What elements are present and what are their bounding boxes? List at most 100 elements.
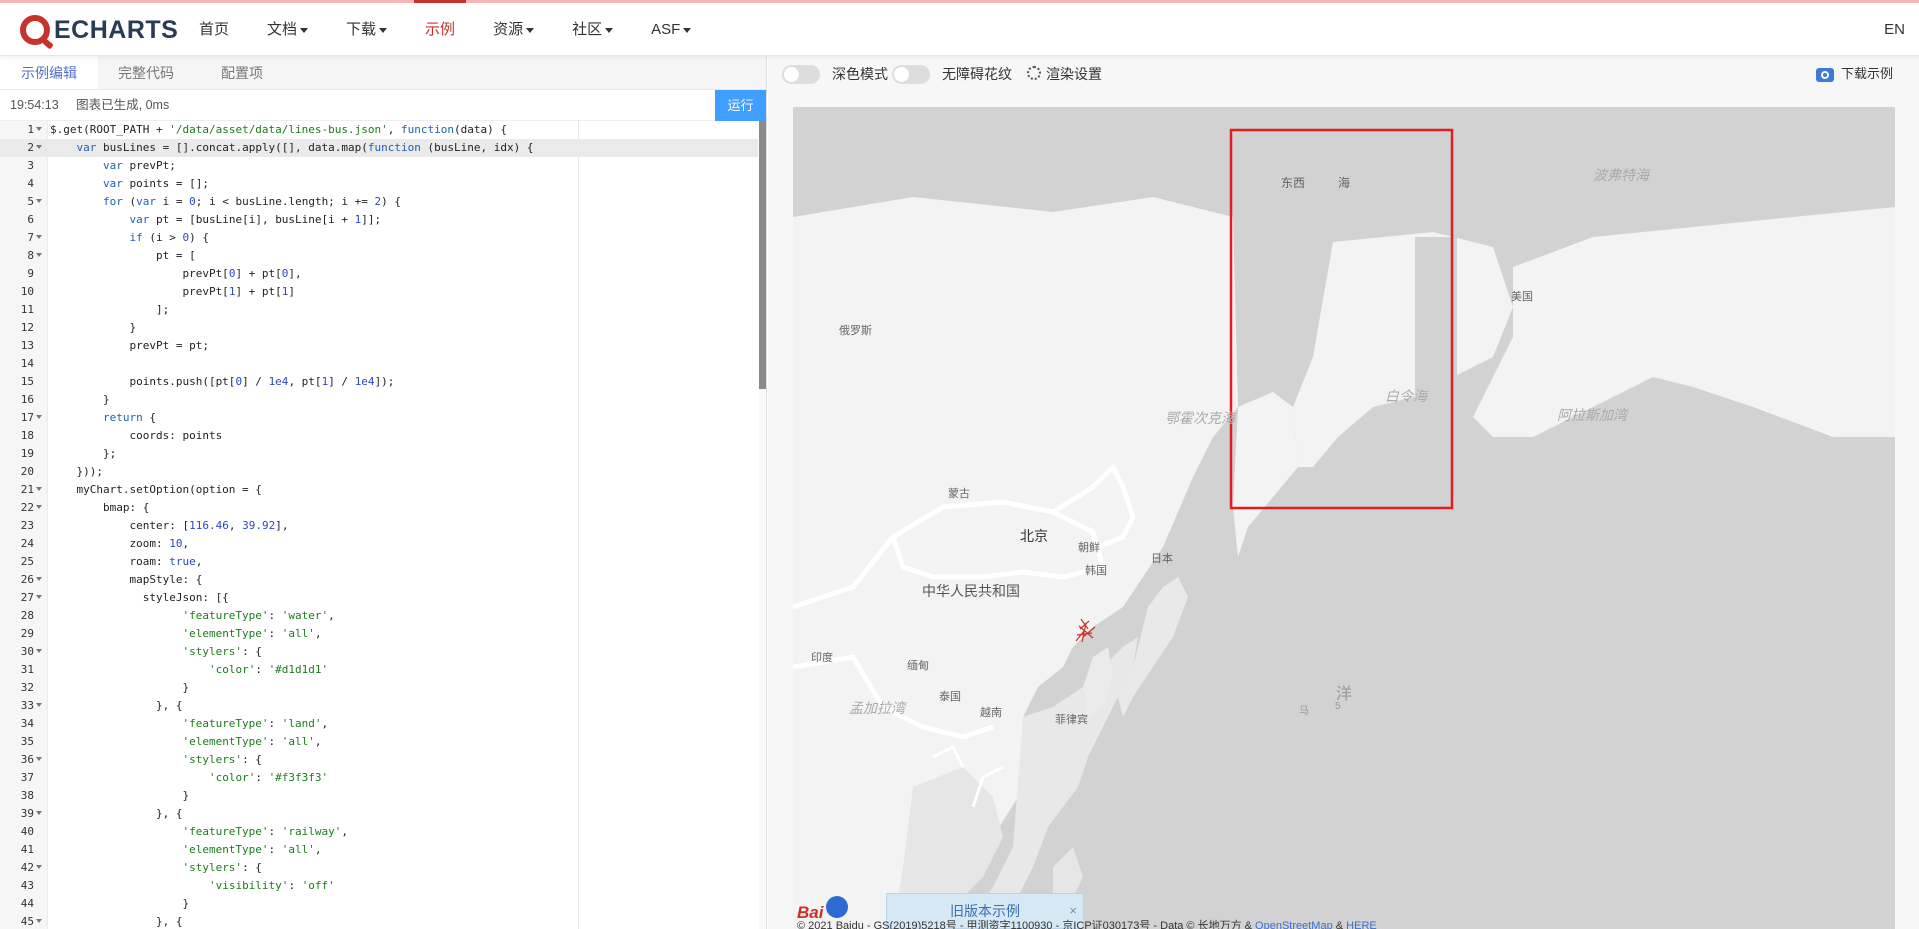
map-view[interactable]: 东西 海 波弗特海 美国 俄罗斯 白令海 鄂霍次克海 阿拉斯加湾 蒙古 北京 朝… [793, 107, 1895, 929]
fold-arrow-icon[interactable] [36, 505, 42, 509]
code-line: 35 'elementType': 'all', [0, 733, 758, 751]
line-number: 32 [20, 681, 34, 694]
code-line: 28 'featureType': 'water', [0, 607, 758, 625]
map-label-dprk: 朝鲜 [1078, 542, 1100, 554]
copyright-amp: & [1335, 920, 1344, 929]
code-line: 32 } [0, 679, 758, 697]
code-text: myChart.setOption(option = { [50, 483, 262, 496]
render-settings-label[interactable]: 渲染设置 [1046, 56, 1102, 92]
fold-arrow-icon[interactable] [36, 811, 42, 815]
fold-arrow-icon[interactable] [36, 127, 42, 131]
code-line: 21 myChart.setOption(option = { [0, 481, 758, 499]
line-number: 38 [20, 789, 34, 802]
fold-arrow-icon[interactable] [36, 577, 42, 581]
fold-arrow-icon[interactable] [36, 145, 42, 149]
code-line: 42 'stylers': { [0, 859, 758, 877]
code-text: 'stylers': { [182, 753, 262, 766]
code-text: })); [50, 465, 103, 478]
dark-mode-toggle[interactable] [782, 65, 820, 84]
code-text: prevPt[0] + pt[0], [50, 267, 302, 280]
code-text: if (i > 0) { [129, 231, 209, 244]
editor-scrollbar-thumb[interactable] [759, 121, 766, 389]
line-number: 8 [27, 249, 34, 262]
line-number: 31 [20, 663, 34, 676]
openstreetmap-link[interactable]: OpenStreetMap [1255, 920, 1333, 929]
map-label-east-sea: 东西 [1281, 176, 1306, 190]
line-number: 11 [20, 303, 34, 316]
code-text: coords: points [50, 429, 223, 442]
nav-item-5[interactable]: 社区 [553, 3, 632, 56]
code-editor[interactable]: 1 $.get(ROOT_PATH + '/data/asset/data/lin… [0, 121, 766, 929]
nav-item-2[interactable]: 下载 [327, 3, 406, 56]
code-line: 12 } [0, 319, 758, 337]
map-label-myanmar: 缅甸 [907, 660, 929, 672]
code-text: for (var i = 0; i < busLine.length; i +=… [102, 195, 402, 208]
line-number: 37 [20, 771, 34, 784]
code-line: 44 } [0, 895, 758, 913]
code-line: 11 ]; [0, 301, 758, 319]
editor-scrollbar[interactable] [759, 121, 766, 929]
line-number: 2 [27, 141, 34, 154]
code-text: var pt = [busLine[i], busLine[i + 1]]; [129, 213, 382, 226]
chevron-down-icon [379, 27, 388, 33]
code-line: 6 var pt = [busLine[i], busLine[i + 1]]; [0, 211, 758, 229]
echarts-logo[interactable]: ECHARTS [20, 13, 178, 47]
map-label-bay-of-bengal: 孟加拉湾 [849, 700, 905, 716]
map-label-mongolia: 蒙古 [948, 488, 970, 500]
fold-arrow-icon[interactable] [36, 415, 42, 419]
fold-arrow-icon[interactable] [36, 649, 42, 653]
fold-arrow-icon[interactable] [36, 487, 42, 491]
code-line: 37 'color': '#f3f3f3' [0, 769, 758, 787]
fold-arrow-icon[interactable] [36, 919, 42, 923]
fold-arrow-icon[interactable] [36, 235, 42, 239]
editor-tab-0[interactable]: 示例编辑 [0, 56, 98, 89]
editor-tab-1[interactable]: 完整代码 [98, 56, 194, 89]
here-link[interactable]: HERE [1346, 920, 1377, 929]
fold-arrow-icon[interactable] [36, 253, 42, 257]
nav-item-6[interactable]: ASF [632, 3, 710, 56]
code-line: 36 'stylers': { [0, 751, 758, 769]
map-label-beijing: 北京 [1020, 528, 1048, 544]
line-number: 25 [20, 555, 34, 568]
gear-icon[interactable] [1027, 66, 1041, 80]
fold-arrow-icon[interactable] [36, 757, 42, 761]
run-button[interactable]: 运行 [715, 90, 766, 121]
fold-arrow-icon[interactable] [36, 199, 42, 203]
code-line: 27 styleJson: [{ [0, 589, 758, 607]
map-label-india: 印度 [811, 652, 833, 664]
code-text: return { [102, 411, 156, 424]
code-text: }; [50, 447, 117, 460]
bering-strait-gap [1415, 237, 1457, 477]
camera-icon[interactable] [1816, 68, 1834, 82]
code-text: var points = []; [102, 177, 209, 190]
nav-item-4[interactable]: 资源 [474, 3, 553, 56]
map-label-philippines: 菲律宾 [1055, 714, 1088, 726]
nav-item-3[interactable]: 示例 [406, 0, 474, 56]
fold-arrow-icon[interactable] [36, 865, 42, 869]
editor-tab-2[interactable]: 配置项 [194, 56, 290, 89]
line-number: 36 [20, 753, 34, 766]
code-text: prevPt[1] + pt[1] [50, 285, 296, 298]
download-example-button[interactable]: 下载示例 [1841, 56, 1893, 92]
code-line: 3 var prevPt; [0, 157, 758, 175]
language-switch[interactable]: EN [1884, 3, 1905, 56]
code-text: 'visibility': 'off' [208, 879, 335, 892]
map-label-russia: 俄罗斯 [839, 325, 872, 337]
fold-arrow-icon[interactable] [36, 595, 42, 599]
code-text: 'elementType': 'all', [182, 843, 322, 856]
code-text: }, { [50, 915, 183, 928]
main-nav: 首页 文档 下载 示例 资源 社区 ASF [180, 0, 710, 56]
decal-toggle[interactable] [892, 65, 930, 84]
map-label-rok: 韩国 [1085, 565, 1107, 577]
land-alaska [1473, 207, 1895, 437]
code-line: 9 prevPt[0] + pt[0], [0, 265, 758, 283]
line-number: 28 [20, 609, 34, 622]
nav-item-1[interactable]: 文档 [248, 3, 327, 56]
code-line: 38 } [0, 787, 758, 805]
map-label-usa: 美国 [1511, 291, 1533, 303]
fold-arrow-icon[interactable] [36, 703, 42, 707]
map-label-gulf-of-alaska: 阿拉斯加湾 [1557, 407, 1627, 423]
line-number: 10 [20, 285, 34, 298]
nav-item-0[interactable]: 首页 [180, 3, 248, 56]
line-number: 35 [20, 735, 34, 748]
